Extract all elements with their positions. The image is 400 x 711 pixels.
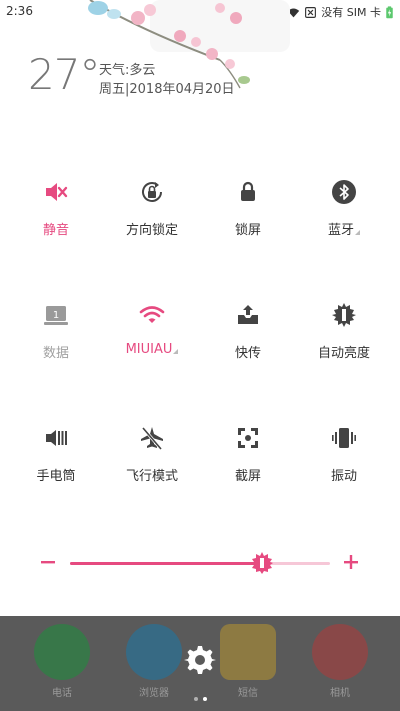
dock-app-browser[interactable] xyxy=(126,624,182,680)
bluetooth-icon xyxy=(332,180,356,204)
expand-indicator xyxy=(355,230,360,235)
status-time: 2:36 xyxy=(6,4,33,18)
dock-label-browser: 浏览器 xyxy=(139,688,169,699)
toggle-mute-label: 静音 xyxy=(42,223,69,238)
toggle-airplane-mode-label: 飞行模式 xyxy=(125,469,178,484)
auto-brightness-icon xyxy=(332,303,356,327)
toggle-auto-brightness[interactable]: 自动亮度 xyxy=(296,298,392,370)
toggle-rotation-lock[interactable]: 方向锁定 xyxy=(104,175,200,247)
toggle-mobile-data[interactable]: 1 数据 xyxy=(8,298,104,370)
toggle-flashlight-label: 手电筒 xyxy=(36,469,76,484)
dock-app-phone[interactable] xyxy=(34,624,90,680)
brightness-decrease-button[interactable] xyxy=(40,554,56,570)
toggle-auto-brightness-label: 自动亮度 xyxy=(317,346,370,361)
quick-transfer-icon xyxy=(238,305,258,324)
toggle-flashlight[interactable]: 手电筒 xyxy=(8,421,104,493)
toggle-lock-screen[interactable]: 锁屏 xyxy=(200,175,296,247)
wifi-icon xyxy=(139,306,165,323)
toggle-rotation-lock-label: 方向锁定 xyxy=(125,223,178,238)
lock-icon xyxy=(241,181,255,201)
dock-label-phone: 电话 xyxy=(52,688,72,699)
toggle-lock-screen-label: 锁屏 xyxy=(234,223,261,238)
mute-icon xyxy=(46,183,68,201)
dock-app-messages[interactable] xyxy=(220,624,276,680)
weather-date: 周五|2018年04月20日 xyxy=(99,82,235,97)
brightness-increase-button[interactable] xyxy=(343,554,359,570)
settings-gear-icon[interactable] xyxy=(184,644,216,676)
dock-label-messages: 短信 xyxy=(238,688,258,699)
toggle-bluetooth-label: 蓝牙 xyxy=(328,219,360,238)
weather-condition: 天气:多云 xyxy=(99,63,156,78)
toggle-wifi[interactable]: MIUIAU xyxy=(104,298,200,370)
toggle-wifi-label: MIUIAU xyxy=(126,342,179,357)
dock-app-camera[interactable] xyxy=(312,624,368,680)
airplane-off-icon xyxy=(141,427,163,450)
carrier-text: 没有 SIM 卡 xyxy=(321,6,381,19)
weather-temperature: 27° xyxy=(28,50,100,99)
rotation-lock-icon xyxy=(142,182,162,202)
svg-text:1: 1 xyxy=(53,310,59,321)
mobile-data-icon: 1 xyxy=(44,306,68,325)
toggle-screenshot[interactable]: 截屏 xyxy=(200,421,296,493)
toggle-quick-transfer-label: 快传 xyxy=(234,346,261,361)
brightness-slider-thumb[interactable] xyxy=(249,550,275,576)
vibrate-icon xyxy=(332,428,356,448)
toggle-bluetooth[interactable]: 蓝牙 xyxy=(296,175,392,247)
toggle-mute[interactable]: 静音 xyxy=(8,175,104,247)
screenshot-icon xyxy=(238,428,258,448)
toggle-vibrate[interactable]: 振动 xyxy=(296,421,392,493)
toggle-mobile-data-label: 数据 xyxy=(42,346,69,361)
toggle-airplane-mode[interactable]: 飞行模式 xyxy=(104,421,200,493)
expand-indicator xyxy=(173,349,179,354)
toggle-vibrate-label: 振动 xyxy=(330,469,357,484)
dock-label-camera: 相机 xyxy=(330,688,350,699)
toggle-screenshot-label: 截屏 xyxy=(234,469,261,484)
flashlight-icon xyxy=(46,430,67,446)
brightness-slider-fill xyxy=(70,562,262,565)
toggle-quick-transfer[interactable]: 快传 xyxy=(200,298,296,370)
battery-charging-icon xyxy=(386,5,393,18)
page-indicator xyxy=(194,697,207,701)
